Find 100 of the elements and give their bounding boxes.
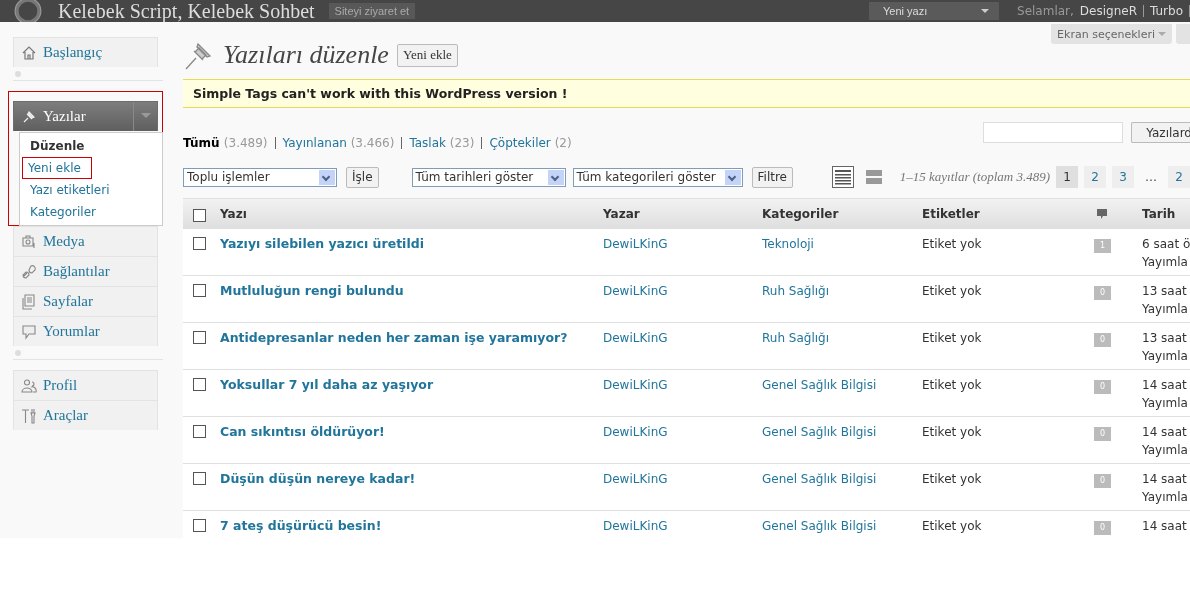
column-header: Tarih	[1142, 207, 1177, 221]
status-text: Yayımla	[1142, 395, 1189, 412]
table-cell-text: Etiket yok	[922, 424, 983, 441]
date-text: 13 saat	[1142, 283, 1188, 300]
table-cell-text: Etiket yok	[922, 377, 983, 394]
house-icon	[21, 44, 37, 61]
row-checkbox[interactable]	[193, 519, 206, 532]
table-cell-text: Etiket yok	[922, 518, 983, 535]
notice-banner: Simple Tags can't work with this WordPress version !	[183, 79, 1190, 108]
bulk-actions-select[interactable]: Toplu işlemler	[183, 167, 337, 187]
menu-item[interactable]: Araçlar	[13, 400, 158, 430]
screen-options-tab[interactable]: Ekran seçenekleri	[1051, 24, 1172, 44]
table-cell-text: Etiket yok	[922, 283, 983, 300]
menu-item[interactable]: Medya	[13, 226, 158, 256]
status-text: Yayımla	[1142, 442, 1189, 459]
author-link[interactable]: DewiLKinG	[603, 472, 668, 486]
displaying-count: 1–15 kayıtlar (toplam 3.489)	[899, 169, 1050, 185]
menu-item[interactable]: Yazılar	[13, 101, 158, 131]
column-header: Yazar	[603, 207, 641, 221]
search-field[interactable]	[983, 122, 1124, 143]
category-link[interactable]: Genel Sağlık Bilgisi	[762, 472, 877, 486]
column-header: Yazı	[220, 207, 248, 221]
pages-icon	[21, 293, 37, 310]
date-text: 13 saat	[1142, 330, 1188, 347]
date-text: 14 saat	[1142, 424, 1188, 441]
list-view-icon[interactable]	[831, 166, 854, 188]
filter-button[interactable]: Filtre	[751, 166, 793, 188]
apply-button[interactable]: İşle	[346, 166, 379, 188]
category-filter-select[interactable]: Tüm kategorileri göster	[572, 167, 743, 187]
post-title-link[interactable]: Yoksullar 7 yıl daha az yaşıyor	[220, 377, 434, 392]
category-link[interactable]: Genel Sağlık Bilgisi	[762, 425, 877, 439]
new-post-dropdown[interactable]: Yeni yazı	[869, 2, 999, 20]
category-link[interactable]: Ruh Sağlığı	[762, 331, 830, 345]
pagination-link[interactable]: 2	[1168, 166, 1190, 188]
category-link[interactable]: Genel Sağlık Bilgisi	[762, 378, 877, 392]
status-filter-link[interactable]: Çöptekiler (2)	[489, 136, 572, 150]
submenu-item[interactable]: Kategoriler	[20, 201, 162, 223]
status-filter-link[interactable]: Tümü (3.489)	[183, 136, 268, 150]
date-text: 14 saat	[1142, 471, 1188, 488]
table-cell-text: Etiket yok	[922, 471, 983, 488]
post-title-link[interactable]: 7 ateş düşürücü besin!	[220, 518, 382, 533]
table-cell-text: Etiket yok	[922, 236, 983, 253]
pagination-link[interactable]: 2	[1084, 166, 1106, 188]
category-link[interactable]: Teknoloji	[762, 237, 814, 251]
post-title-link[interactable]: Düşün düşün nereye kadar!	[220, 471, 416, 486]
post-title-link[interactable]: Mutluluğun rengi bulundu	[220, 283, 404, 298]
row-checkbox[interactable]	[193, 425, 206, 438]
link-icon	[21, 263, 37, 280]
header-link[interactable]: Turbo	[1150, 4, 1183, 18]
tools-icon	[21, 407, 37, 424]
author-link[interactable]: DewiLKinG	[603, 425, 668, 439]
row-checkbox[interactable]	[193, 237, 206, 250]
add-new-button[interactable]: Yeni ekle	[396, 43, 458, 67]
people-icon	[21, 377, 37, 394]
table-cell-text: Etiket yok	[922, 330, 983, 347]
menu-item[interactable]: Yorumlar	[13, 316, 158, 346]
column-header: Kategoriler	[762, 207, 840, 221]
author-link[interactable]: DewiLKinG	[603, 519, 668, 533]
pagination-link[interactable]: 3	[1112, 166, 1134, 188]
author-link[interactable]: DewiLKinG	[603, 237, 668, 251]
submenu-item[interactable]: Yeni ekle	[22, 157, 92, 179]
user-link[interactable]: DesigneR	[1079, 4, 1137, 18]
status-text: Yayımla	[1142, 489, 1189, 506]
page-title: Yazıları düzenle	[223, 40, 389, 70]
category-link[interactable]: Genel Sağlık Bilgisi	[762, 519, 877, 533]
column-header: Etiketler	[922, 207, 981, 221]
status-filter-link[interactable]: Taslak (23)	[409, 136, 475, 150]
category-link[interactable]: Ruh Sağlığı	[762, 284, 830, 298]
select-all-checkbox[interactable]	[193, 208, 206, 222]
greeting-text: Selamlar,	[1017, 4, 1074, 18]
visit-site-button[interactable]: Siteyi ziyaret et	[328, 3, 416, 19]
post-title-link[interactable]: Yazıyı silebilen yazıcı üretildi	[220, 236, 424, 251]
submenu-item[interactable]: Yazı etiketleri	[20, 179, 162, 201]
status-text: Yayımla	[1142, 301, 1189, 318]
speech-bubble-icon	[1096, 208, 1108, 220]
menu-item[interactable]: Profil	[13, 370, 158, 400]
submenu-item[interactable]: Düzenle	[20, 135, 162, 157]
row-checkbox[interactable]	[193, 472, 206, 485]
pagination-ellipsis: …	[1144, 169, 1158, 186]
author-link[interactable]: DewiLKinG	[603, 284, 668, 298]
pagination-link[interactable]: 1	[1056, 166, 1078, 188]
post-title-link[interactable]: Can sıkıntısı öldürüyor!	[220, 424, 385, 439]
speech-bubble-icon	[21, 323, 37, 340]
camera-icon	[21, 233, 37, 250]
post-title-link[interactable]: Antidepresanlar neden her zaman işe yaramıyor?	[220, 330, 568, 345]
status-filter-link[interactable]: Yayınlanan (3.466)	[282, 136, 395, 150]
row-checkbox[interactable]	[193, 284, 206, 297]
date-filter-select[interactable]: Tüm tarihleri göster	[411, 167, 566, 187]
menu-item[interactable]: Başlangıç	[13, 37, 158, 67]
status-text: Yayımla	[1142, 348, 1189, 365]
row-checkbox[interactable]	[193, 331, 206, 344]
row-checkbox[interactable]	[193, 378, 206, 391]
author-link[interactable]: DewiLKinG	[603, 331, 668, 345]
date-text: 14 saat	[1142, 518, 1188, 535]
menu-item[interactable]: Bağlantılar	[13, 256, 158, 286]
author-link[interactable]: DewiLKinG	[603, 378, 668, 392]
status-text: Yayımla	[1142, 254, 1189, 271]
date-text: 14 saat	[1142, 377, 1188, 394]
menu-item[interactable]: Sayfalar	[13, 286, 158, 316]
date-text: 6 saat ö	[1142, 236, 1190, 253]
